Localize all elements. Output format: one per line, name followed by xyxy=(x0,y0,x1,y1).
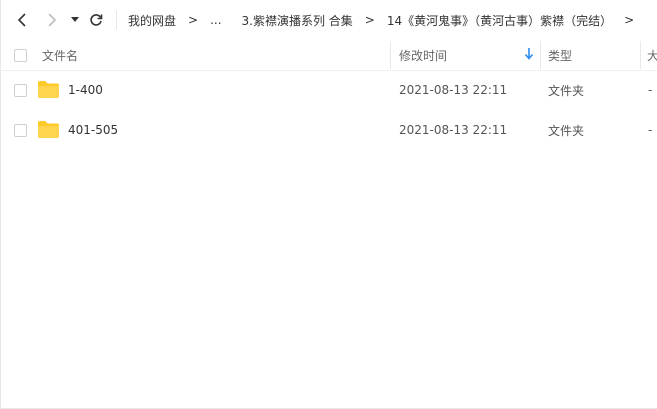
column-divider xyxy=(390,41,391,69)
chevron-right-icon xyxy=(48,13,57,27)
breadcrumb-separator: > xyxy=(188,13,199,27)
breadcrumb-separator: > xyxy=(364,13,375,27)
table-row[interactable]: 401-505 2021-08-13 22:11 文件夹 - xyxy=(0,110,657,150)
history-dropdown-button[interactable] xyxy=(65,9,85,31)
column-name-header[interactable]: 文件名 xyxy=(42,40,78,70)
folder-icon xyxy=(38,121,59,138)
column-modified-header[interactable]: 修改时间 xyxy=(399,40,447,70)
caret-down-icon xyxy=(71,17,79,22)
file-type: 文件夹 xyxy=(548,83,585,98)
file-modified-time: 2021-08-13 22:11 xyxy=(399,83,508,97)
file-name[interactable]: 1-400 xyxy=(68,70,103,110)
column-type-header[interactable]: 类型 xyxy=(548,40,572,70)
nav-divider xyxy=(116,10,117,30)
breadcrumb-item-current[interactable]: 14《黄河鬼事》（黄河古事）紫襟（完结） xyxy=(387,12,612,29)
row-checkbox[interactable] xyxy=(14,124,27,137)
breadcrumb-root[interactable]: 我的网盘 xyxy=(128,12,176,29)
breadcrumb-more[interactable]: ... xyxy=(210,13,221,27)
file-name[interactable]: 401-505 xyxy=(68,110,118,150)
file-size: - xyxy=(648,83,653,97)
chevron-left-icon xyxy=(17,13,26,27)
select-all-checkbox[interactable] xyxy=(14,49,27,62)
back-button[interactable] xyxy=(11,9,33,31)
folder-icon xyxy=(38,81,59,98)
row-checkbox[interactable] xyxy=(14,84,27,97)
sort-down-arrow-icon[interactable] xyxy=(524,47,534,61)
file-size: - xyxy=(648,123,653,137)
column-divider xyxy=(640,41,641,69)
refresh-button[interactable] xyxy=(85,9,107,31)
breadcrumb: 我的网盘 > ... 3.紫襟演播系列 合集 > 14《黄河鬼事》（黄河古事）紫… xyxy=(128,0,646,40)
column-divider xyxy=(540,41,541,69)
column-size-header[interactable]: 大 xyxy=(647,40,657,70)
breadcrumb-item-series[interactable]: 3.紫襟演播系列 合集 xyxy=(242,12,353,29)
forward-button[interactable] xyxy=(41,9,63,31)
refresh-icon xyxy=(90,14,103,26)
file-type: 文件夹 xyxy=(548,123,585,138)
breadcrumb-separator: > xyxy=(624,13,635,27)
navigation-bar: 我的网盘 > ... 3.紫襟演播系列 合集 > 14《黄河鬼事》（黄河古事）紫… xyxy=(0,0,657,40)
file-modified-time: 2021-08-13 22:11 xyxy=(399,123,508,137)
column-header: 文件名 修改时间 类型 大 xyxy=(0,40,657,71)
table-row[interactable]: 1-400 2021-08-13 22:11 文件夹 - xyxy=(0,70,657,110)
